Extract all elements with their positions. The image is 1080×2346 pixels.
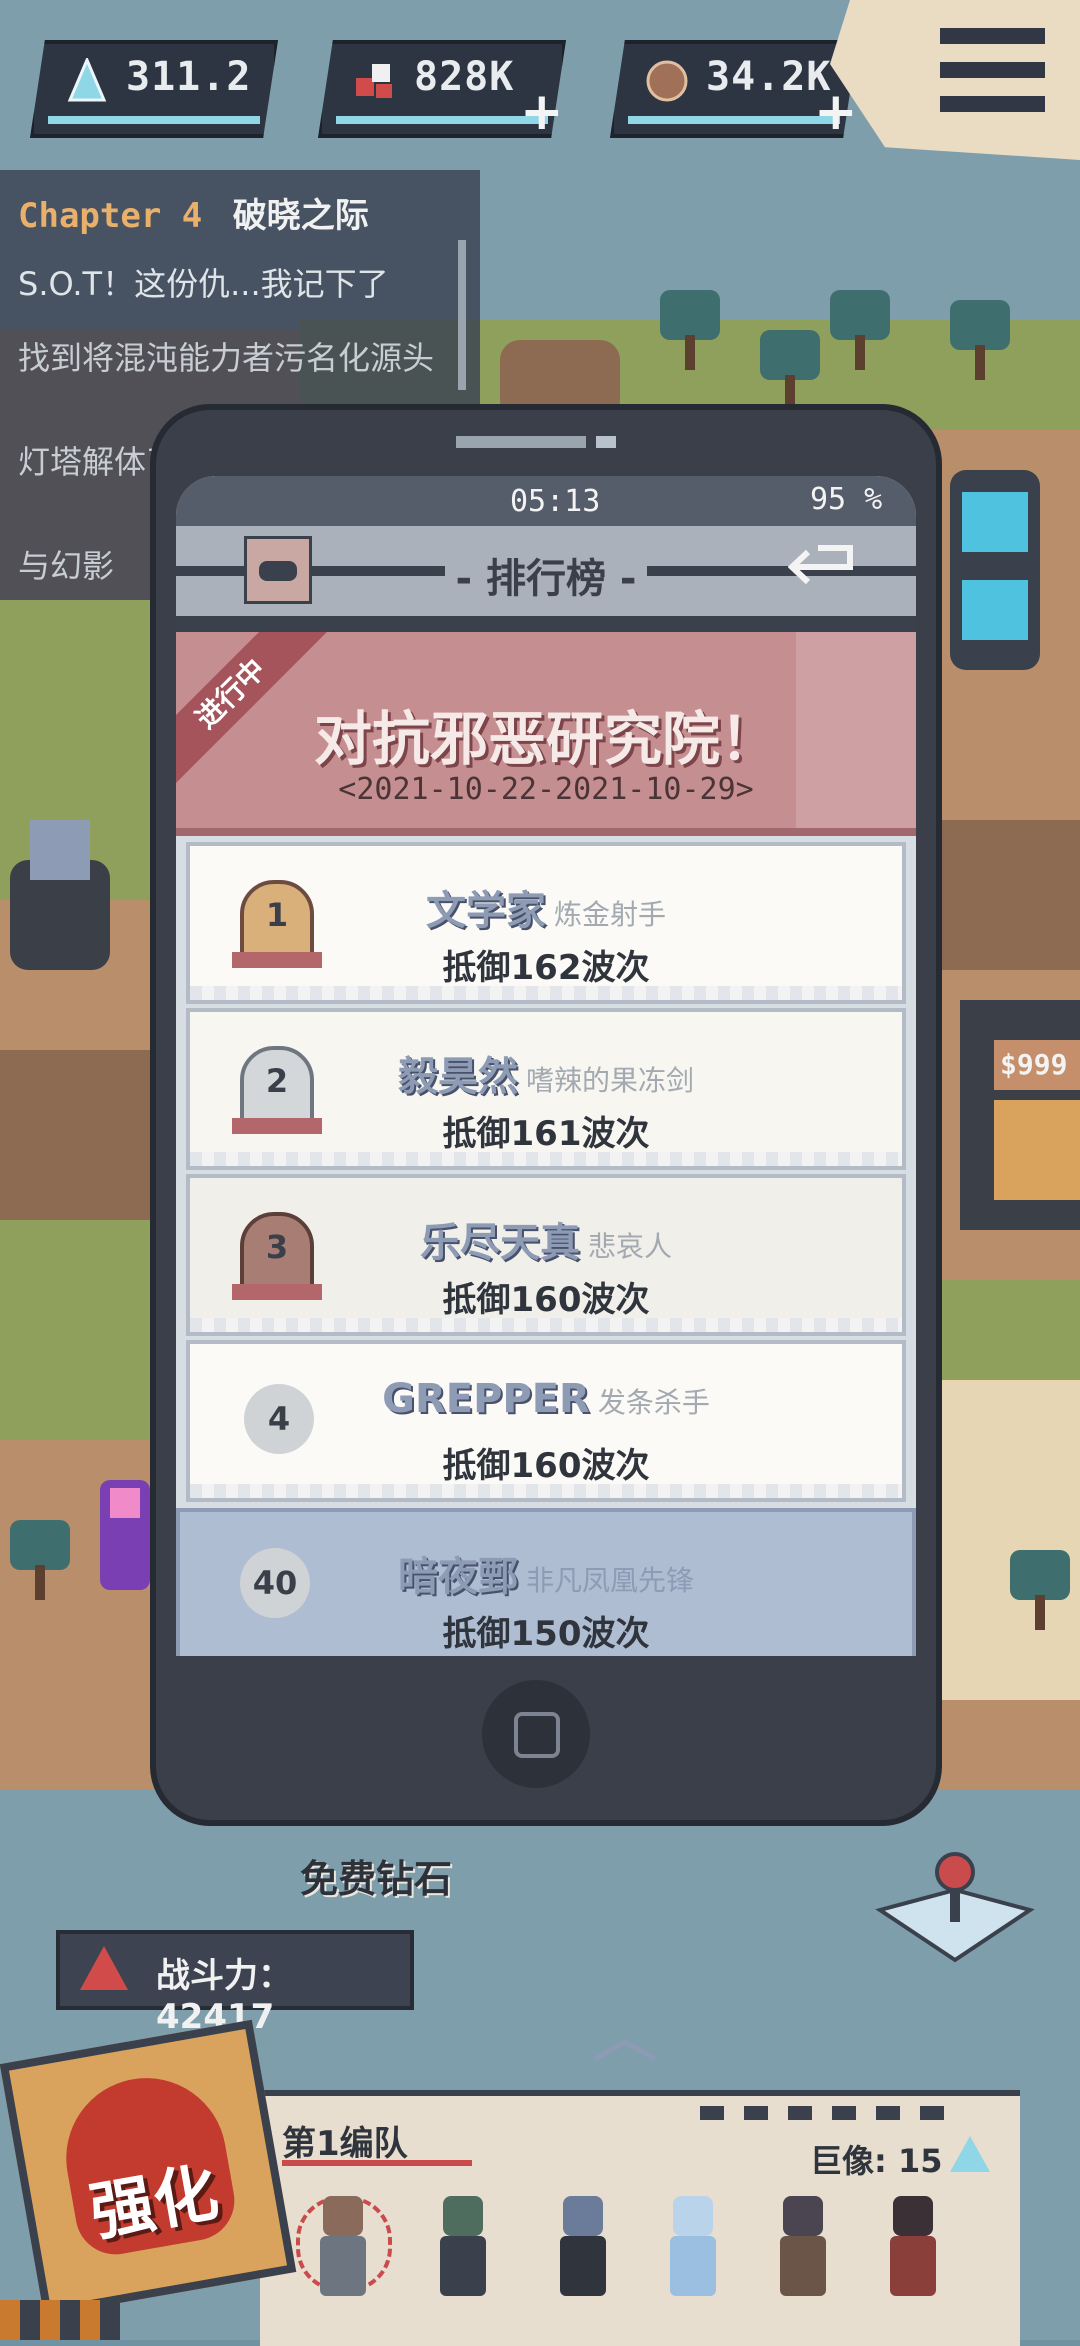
tree-icon (950, 300, 1010, 380)
leaderboard-header: - 排行榜 - (176, 526, 916, 632)
ranking-list[interactable]: 1 文学家 炼金射手 抵御162波次 2 毅昊然 嗜辣的果冻剑 抵御161波次 3 … (176, 836, 916, 1656)
ranking-row[interactable]: 2 毅昊然 嗜辣的果冻剑 抵御161波次 (186, 1008, 906, 1170)
phone-speaker (456, 436, 586, 448)
player-score: 抵御161波次 (442, 1114, 650, 1154)
crystal-value: 311.2 (126, 54, 252, 100)
npc-character[interactable] (100, 1480, 150, 1590)
player-title: 炼金射手 (553, 898, 666, 931)
capsule-building[interactable] (950, 470, 1040, 670)
crystal-icon (950, 2136, 990, 2172)
dirt-path (930, 820, 1080, 970)
phone-camera (596, 436, 616, 448)
phone-device: 05:13 95 % - 排行榜 - 进行中 对抗邪恶研究院！ <2021-10… (150, 404, 942, 1826)
player-title: 发条杀手 (597, 1386, 710, 1419)
spring-icon (30, 820, 90, 880)
quest-item[interactable]: S.O.T！这份仇...我记下了 (18, 264, 458, 304)
team-name[interactable]: 第1编队 (282, 2116, 408, 2165)
hero-portrait[interactable] (880, 2196, 946, 2306)
shop-sign: $999 (994, 1040, 1080, 1090)
player-name: 文学家 (425, 888, 546, 934)
my-ranking-row[interactable]: 40 暗夜鄄 非凡凤凰先锋 抵御150波次 (176, 1508, 916, 1656)
player-score: 抵御160波次 (442, 1446, 650, 1486)
warning-icon (80, 1946, 128, 1990)
player-score: 抵御162波次 (442, 948, 650, 988)
dirt-path (0, 1050, 150, 1220)
player-name: GREPPER (382, 1376, 590, 1422)
hero-portrait[interactable] (296, 2196, 392, 2306)
leaderboard-screen: 05:13 95 % - 排行榜 - 进行中 对抗邪恶研究院！ <2021-10… (176, 476, 916, 1656)
chevron-up-icon[interactable] (590, 2034, 660, 2064)
resource-bar (336, 116, 548, 124)
quest-scrollbar[interactable] (458, 240, 466, 390)
back-icon[interactable] (788, 542, 860, 592)
ore-value: 34.2K (706, 54, 832, 100)
gem-pile-icon (356, 64, 392, 98)
event-title: 对抗邪恶研究院！ (313, 705, 778, 773)
giant-count: 巨像: 15 (810, 2142, 943, 2180)
quest-chapter: Chapter 4 破晓之际 (18, 196, 369, 236)
resource-bar (48, 116, 260, 124)
hazard-stripes (0, 2300, 120, 2340)
event-dates: <2021-10-22-2021-10-29> (338, 772, 754, 807)
team-slot-indicator (700, 2106, 960, 2120)
team-panel[interactable]: 第1编队 巨像: 15 (260, 2039, 1020, 2346)
player-title: 嗜辣的果冻剑 (525, 1064, 694, 1097)
team-underline (282, 2160, 472, 2166)
ranking-row[interactable]: 1 文学家 炼金射手 抵御162波次 (186, 842, 906, 1004)
resource-bar (628, 116, 840, 124)
status-time: 05:13 (510, 484, 601, 519)
shop-building[interactable]: $999 (960, 1000, 1080, 1230)
add-gem-button[interactable]: + (520, 86, 564, 138)
tree-icon (1010, 1550, 1070, 1630)
player-title: 非凡凤凰先锋 (525, 1564, 694, 1597)
upgrade-button[interactable]: 强化 (0, 2019, 297, 2317)
gem-value: 828K (414, 54, 515, 100)
ranking-row[interactable]: 3 乐尽天真 悲哀人 抵御160波次 (186, 1174, 906, 1336)
quest-item[interactable]: 找到将混沌能力者污名化源头 (18, 338, 458, 378)
hero-portrait[interactable] (550, 2196, 616, 2306)
player-name: 毅昊然 (397, 1054, 518, 1100)
gamepad-icon[interactable] (244, 536, 312, 604)
player-name: 暗夜鄄 (397, 1554, 518, 1600)
joystick-icon[interactable] (870, 1850, 1040, 1970)
hero-portrait[interactable] (770, 2196, 836, 2306)
tree-icon (830, 290, 890, 370)
event-banner[interactable]: 进行中 对抗邪恶研究院！ <2021-10-22-2021-10-29> (176, 632, 916, 836)
status-bar: 05:13 95 % (176, 476, 916, 526)
upgrade-label: 强化 (84, 2155, 224, 2252)
player-score: 抵御160波次 (442, 1280, 650, 1320)
combat-power: 战斗力：42417 (156, 1956, 292, 2037)
free-gems-label[interactable]: 免费钻石 (300, 1848, 452, 1903)
status-battery: 95 % (810, 482, 883, 517)
ore-icon (646, 60, 688, 102)
sand-patch (940, 1380, 1080, 1700)
tree-icon (10, 1520, 70, 1600)
tree-icon (760, 330, 820, 410)
player-score: 抵御150波次 (442, 1614, 650, 1654)
player-title: 悲哀人 (587, 1230, 672, 1263)
crystal-resource[interactable]: 311.2 (30, 40, 278, 138)
player-name: 乐尽天真 (419, 1220, 580, 1266)
home-button[interactable] (482, 1680, 590, 1788)
ranking-row[interactable]: 4 GREPPER 发条杀手 抵御160波次 (186, 1340, 906, 1502)
tree-icon (660, 290, 720, 370)
crystal-icon (67, 58, 107, 102)
combat-power-badge: 战斗力：42417 (56, 1930, 414, 2037)
hero-portrait[interactable] (430, 2196, 496, 2306)
hero-portrait[interactable] (660, 2196, 726, 2306)
